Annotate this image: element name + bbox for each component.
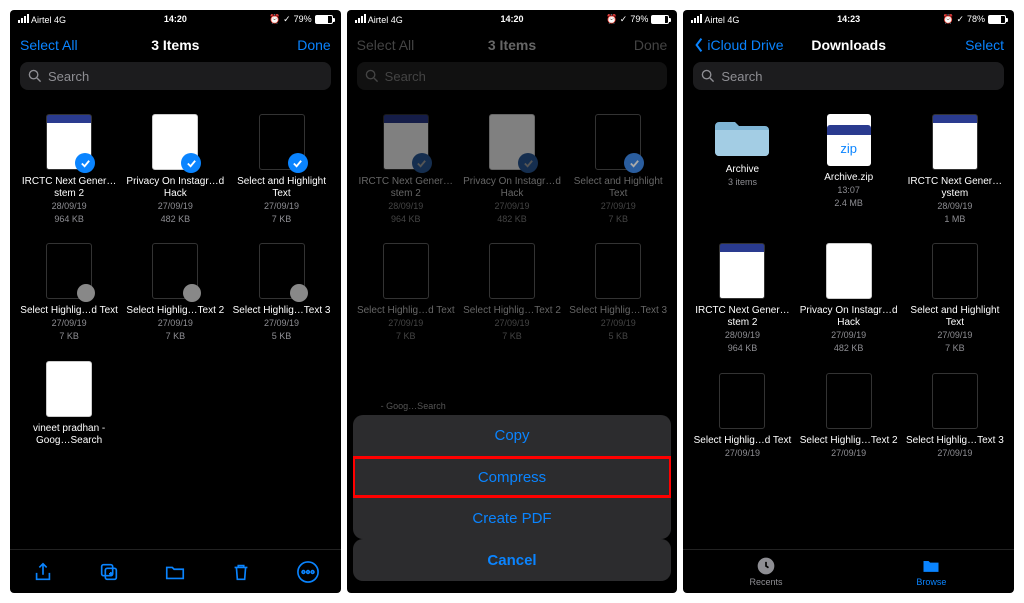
clock-icon [756, 556, 776, 576]
search-input: Search [357, 62, 668, 90]
tab-recents[interactable]: Recents [683, 550, 848, 593]
radio-icon [183, 284, 201, 302]
navbar: iCloud Drive Downloads Select [683, 28, 1014, 62]
phone-screen-3: Airtel 4G 14:23 ⏰ ✓ 78% iCloud Drive Dow… [683, 10, 1014, 593]
status-bar: Airtel 4G 14:23 ⏰ ✓ 78% [683, 10, 1014, 28]
file-item[interactable]: zip Archive.zip13:072.4 MB [798, 114, 900, 225]
status-bar: Airtel 4G 14:20 ⏰ ✓ 79% [10, 10, 341, 28]
navbar-title: 3 Items [488, 37, 536, 53]
file-item[interactable]: Privacy On Instagr…d Hack27/09/19482 KB [798, 243, 900, 354]
file-item[interactable]: vineet pradhan - Goog…Search [18, 361, 120, 447]
file-item[interactable]: Select Highlig…Text 227/09/19 [798, 373, 900, 460]
checkmark-icon [624, 153, 644, 173]
file-item[interactable]: IRCTC Next Gener…stem 228/09/19964 KB [691, 243, 793, 354]
navbar-title: 3 Items [151, 37, 199, 53]
checkmark-icon [412, 153, 432, 173]
tab-bar: Recents Browse [683, 549, 1014, 593]
checkmark-icon [288, 153, 308, 173]
status-time: 14:23 [837, 14, 860, 24]
duplicate-icon[interactable] [98, 561, 120, 583]
file-item[interactable]: Select Highlig…d Text27/09/197 KB [18, 243, 120, 342]
tab-browse[interactable]: Browse [849, 550, 1014, 593]
copy-action[interactable]: Copy [353, 415, 672, 457]
folder-item[interactable]: Archive3 items [691, 114, 793, 225]
search-icon [365, 69, 379, 83]
navbar: Select All 3 Items Done [10, 28, 341, 62]
radio-icon [77, 284, 95, 302]
battery-icon [315, 15, 333, 24]
share-icon[interactable] [32, 561, 54, 583]
navbar-title: Downloads [811, 37, 886, 53]
signal-icon [355, 14, 366, 23]
battery-icon [651, 15, 669, 24]
more-icon[interactable] [297, 561, 319, 583]
search-input[interactable]: Search [20, 62, 331, 90]
file-item[interactable]: Select Highlig…Text 227/09/197 KB [124, 243, 226, 342]
file-item: Select and Highlight Text27/09/197 KB [567, 114, 669, 225]
compress-action[interactable]: Compress [353, 456, 672, 498]
file-item[interactable]: Select and Highlight Text27/09/197 KB [231, 114, 333, 225]
back-button[interactable]: iCloud Drive [693, 37, 783, 53]
file-item: IRCTC Next Gener…stem 228/09/19964 KB [355, 114, 457, 225]
checkmark-icon [75, 153, 95, 173]
search-icon [28, 69, 42, 83]
action-sheet: Copy Compress Create PDF - Goog…Search C… [347, 409, 678, 593]
file-item: Select Highlig…d Text27/09/197 KB [355, 243, 457, 342]
folder-icon [921, 556, 941, 576]
status-bar: Airtel 4G 14:20 ⏰ ✓ 79% [347, 10, 678, 28]
file-item: Select Highlig…Text 227/09/197 KB [461, 243, 563, 342]
cancel-action[interactable]: Cancel [353, 539, 672, 581]
folder-icon[interactable] [164, 561, 186, 583]
select-button[interactable]: Select [965, 37, 1004, 53]
file-item: Privacy On Instagr…d Hack27/09/19482 KB [461, 114, 563, 225]
chevron-left-icon [693, 37, 705, 53]
done-button: Done [634, 37, 667, 53]
signal-icon [691, 14, 702, 23]
radio-icon [290, 284, 308, 302]
file-item[interactable]: IRCTC Next Gener…ystem28/09/191 MB [904, 114, 1006, 225]
checkmark-icon [181, 153, 201, 173]
file-item[interactable]: Select Highlig…d Text27/09/19 [691, 373, 793, 460]
folder-icon [715, 114, 769, 158]
file-item[interactable]: Privacy On Instagr…d Hack27/09/19482 KB [124, 114, 226, 225]
phone-screen-1: Airtel 4G 14:20 ⏰ ✓ 79% Select All 3 Ite… [10, 10, 341, 593]
signal-icon [18, 14, 29, 23]
file-item[interactable]: Select Highlig…Text 327/09/19 [904, 373, 1006, 460]
status-time: 14:20 [164, 14, 187, 24]
create-pdf-action[interactable]: Create PDF [353, 497, 672, 539]
navbar: Select All 3 Items Done [347, 28, 678, 62]
trash-icon[interactable] [230, 561, 252, 583]
zip-icon: zip [827, 114, 871, 166]
status-time: 14:20 [500, 14, 523, 24]
search-icon [701, 69, 715, 83]
select-all-button[interactable]: Select All [20, 37, 78, 53]
file-item[interactable]: Select Highlig…Text 327/09/195 KB [231, 243, 333, 342]
done-button[interactable]: Done [297, 37, 330, 53]
file-item[interactable]: Select and Highlight Text27/09/197 KB [904, 243, 1006, 354]
toolbar [10, 549, 341, 593]
select-all-button: Select All [357, 37, 415, 53]
checkmark-icon [518, 153, 538, 173]
battery-icon [988, 15, 1006, 24]
file-item: Select Highlig…Text 327/09/195 KB [567, 243, 669, 342]
search-input[interactable]: Search [693, 62, 1004, 90]
file-item[interactable]: IRCTC Next Gener…stem 228/09/19964 KB [18, 114, 120, 225]
phone-screen-2: Airtel 4G 14:20 ⏰ ✓ 79% Select All 3 Ite… [347, 10, 678, 593]
